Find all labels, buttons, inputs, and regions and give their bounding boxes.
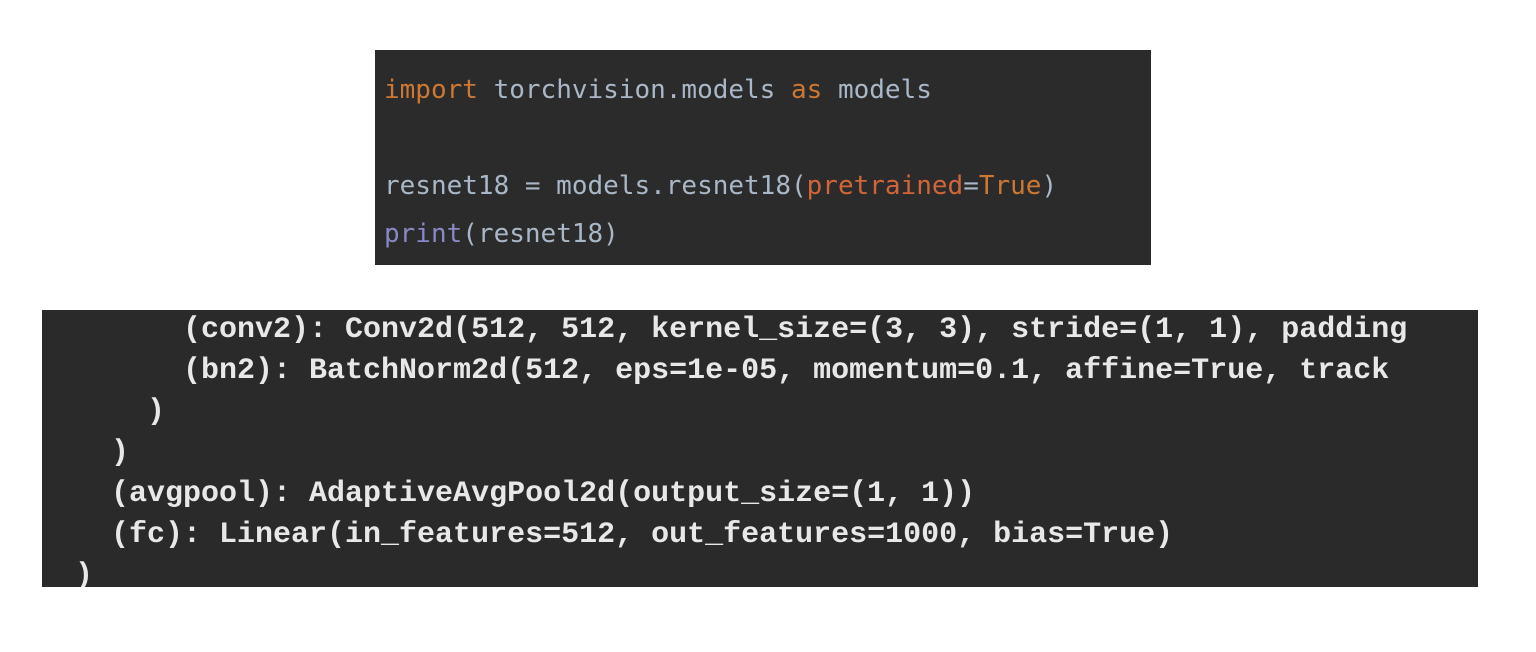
output-line-fc: (fc): Linear(in_features=512, out_featur…	[75, 518, 1174, 552]
print-args: (resnet18)	[462, 219, 619, 249]
code-line-print: print(resnet18)	[384, 210, 1151, 258]
close-paren: )	[1041, 171, 1058, 201]
code-cell[interactable]: import torchvision.models as models resn…	[375, 50, 1151, 265]
code-line-import: import torchvision.models as models	[384, 66, 1151, 114]
as-keyword: as	[791, 75, 823, 105]
output-line-close-inner: )	[75, 395, 166, 429]
pretrained-param: pretrained	[806, 171, 964, 201]
import-keyword: import	[384, 75, 478, 105]
module-alias: models	[822, 75, 932, 105]
equals-sign: =	[963, 171, 979, 201]
print-function: print	[384, 219, 463, 249]
output-line-bn2: (bn2): BatchNorm2d(512, eps=1e-05, momen…	[75, 354, 1390, 388]
output-line-close-layer: )	[75, 436, 130, 470]
true-value: True	[978, 171, 1042, 201]
output-line-avgpool: (avgpool): AdaptiveAvgPool2d(output_size…	[75, 477, 976, 511]
output-line-close-model: )	[75, 559, 94, 587]
output-panel[interactable]: (conv2): Conv2d(512, 512, kernel_size=(3…	[42, 310, 1478, 587]
assignment-text: resnet18 = models.resnet18(	[384, 171, 807, 201]
code-line-assign: resnet18 = models.resnet18(pretrained=Tr…	[384, 162, 1151, 210]
output-line-conv2: (conv2): Conv2d(512, 512, kernel_size=(3…	[75, 313, 1408, 347]
module-name: torchvision.models	[477, 75, 791, 105]
